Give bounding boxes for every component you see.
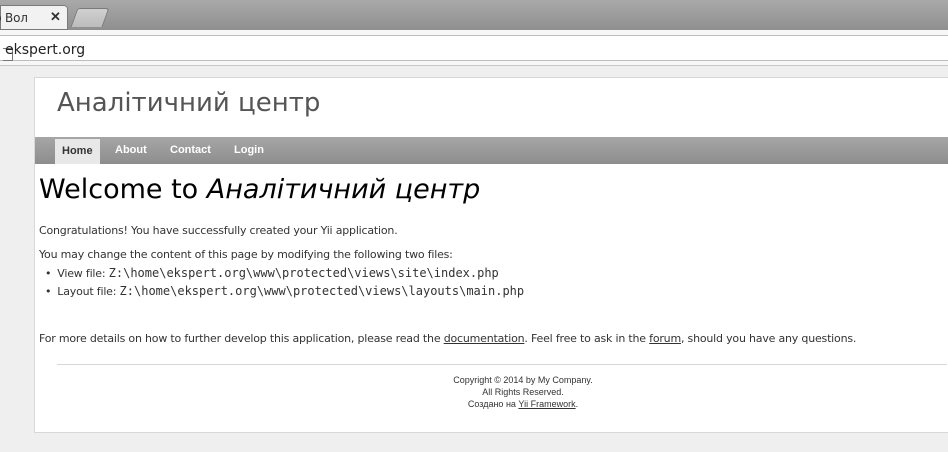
details-part-1: For more details on how to further devel…	[39, 332, 444, 345]
new-tab-button[interactable]	[70, 8, 110, 27]
browser-tab[interactable]: р Вол ✕	[0, 5, 68, 30]
menu-item-login[interactable]: Login	[227, 137, 271, 164]
rights-text: All Rights Reserved.	[482, 387, 564, 397]
menu-item-contact[interactable]: Contact	[163, 137, 218, 164]
list-item: View file: Z:\home\ekspert.org\www\prote…	[39, 266, 524, 284]
file-label: View file:	[57, 267, 109, 280]
tab-title: р Вол	[0, 11, 28, 25]
address-bar: ekspert.org	[0, 30, 948, 66]
main-menu: Home About Contact Login	[35, 137, 948, 164]
congrats-text: Congratulations! You have successfully c…	[39, 224, 398, 237]
url-text[interactable]: ekspert.org	[5, 42, 85, 58]
url-field[interactable]: ekspert.org	[0, 35, 948, 61]
file-list: View file: Z:\home\ekspert.org\www\prote…	[39, 266, 524, 302]
page-title: Welcome to Аналітичний центр	[39, 174, 480, 205]
menu-item-home[interactable]: Home	[55, 139, 100, 164]
details-part-2: . Feel free to ask in the	[524, 332, 650, 345]
file-label: Layout file:	[57, 285, 120, 298]
details-part-3: , should you have any questions.	[680, 332, 857, 345]
menu-item-about[interactable]: About	[108, 137, 154, 164]
browser-tabstrip: р Вол ✕	[0, 0, 948, 30]
forum-link[interactable]: forum	[649, 332, 681, 345]
file-path: Z:\home\ekspert.org\www\protected\views\…	[108, 266, 499, 280]
change-text: You may change the content of this page …	[39, 248, 453, 261]
welcome-app-name: Аналітичний центр	[206, 174, 481, 205]
page-container: Аналітичний центр Home About Contact Log…	[34, 77, 948, 433]
copyright-text: Copyright © 2014 by My Company.	[453, 375, 593, 385]
details-text: For more details on how to further devel…	[39, 332, 856, 345]
yii-framework-link[interactable]: Yii Framework	[518, 399, 575, 409]
page-viewport: Аналітичний центр Home About Contact Log…	[0, 66, 948, 452]
file-path: Z:\home\ekspert.org\www\protected\views\…	[119, 284, 525, 298]
made-with-suffix: .	[575, 399, 579, 409]
welcome-prefix: Welcome to	[39, 174, 207, 205]
list-item: Layout file: Z:\home\ekspert.org\www\pro…	[39, 284, 524, 302]
made-with-prefix: Создано на	[467, 399, 519, 409]
footer-divider	[57, 364, 947, 365]
site-logo: Аналітичний центр	[57, 88, 321, 118]
made-with-text: Создано на Yii Framework.	[35, 398, 948, 410]
documentation-link[interactable]: documentation	[444, 332, 525, 345]
tab-close-icon[interactable]: ✕	[50, 9, 61, 25]
footer: Copyright © 2014 by My Company. All Righ…	[35, 374, 948, 410]
